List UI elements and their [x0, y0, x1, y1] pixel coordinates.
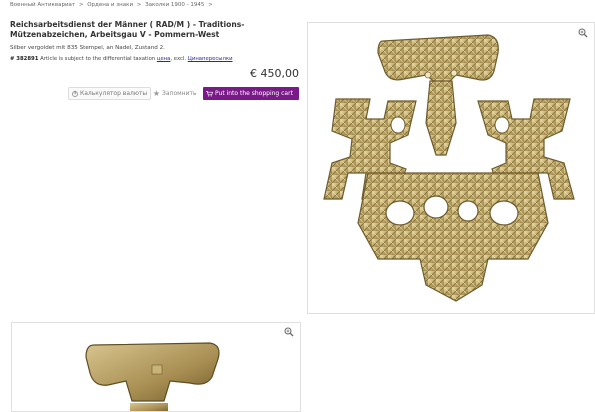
product-image-main[interactable] — [307, 22, 595, 314]
zoom-icon[interactable] — [578, 28, 588, 38]
badge-back-photo — [85, 342, 220, 411]
breadcrumb-item[interactable]: Заколки 1900 - 1945 — [145, 2, 204, 8]
zoom-icon[interactable] — [284, 327, 294, 337]
badge-photo — [323, 34, 575, 302]
add-to-cart-label: Put into the shopping cart — [215, 90, 293, 97]
shopping-cart-icon — [206, 90, 213, 97]
shipping-link[interactable]: Цинапересылки — [188, 56, 233, 62]
product-price: € 450,00 — [250, 67, 299, 80]
excl-text: , excl. — [170, 56, 187, 62]
breadcrumb: Военный Антиквариат > Ордена и знаки > З… — [10, 2, 215, 8]
currency-calculator-icon: $ — [72, 90, 78, 97]
breadcrumb-item[interactable]: Военный Антиквариат — [10, 2, 75, 8]
remember-button[interactable]: ★ Запомнить — [150, 87, 200, 100]
remember-label: Запомнить — [162, 90, 197, 97]
article-info: # 382891 Article is subject to the diffe… — [10, 56, 233, 62]
article-number: # 382891 — [10, 56, 39, 62]
breadcrumb-item[interactable]: Ордена и знаки — [87, 2, 133, 8]
breadcrumb-separator: > — [136, 2, 142, 8]
product-image-second[interactable] — [11, 322, 301, 412]
add-to-cart-button[interactable]: Put into the shopping cart — [203, 87, 299, 100]
currency-calculator-button[interactable]: $ Калькулятор валюты — [68, 87, 152, 100]
tax-note: Article is subject to the differential t… — [40, 56, 156, 62]
breadcrumb-separator: > — [78, 2, 84, 8]
star-icon: ★ — [152, 89, 161, 98]
breadcrumb-separator: > — [208, 2, 213, 8]
product-title: Reichsarbeitsdienst der Männer ( RAD/M )… — [10, 20, 245, 39]
tax-link[interactable]: цена — [157, 56, 171, 62]
product-description: Silber vergoldet mit 835 Stempel, an Nad… — [10, 45, 165, 51]
currency-calculator-label: Калькулятор валюты — [80, 90, 148, 97]
